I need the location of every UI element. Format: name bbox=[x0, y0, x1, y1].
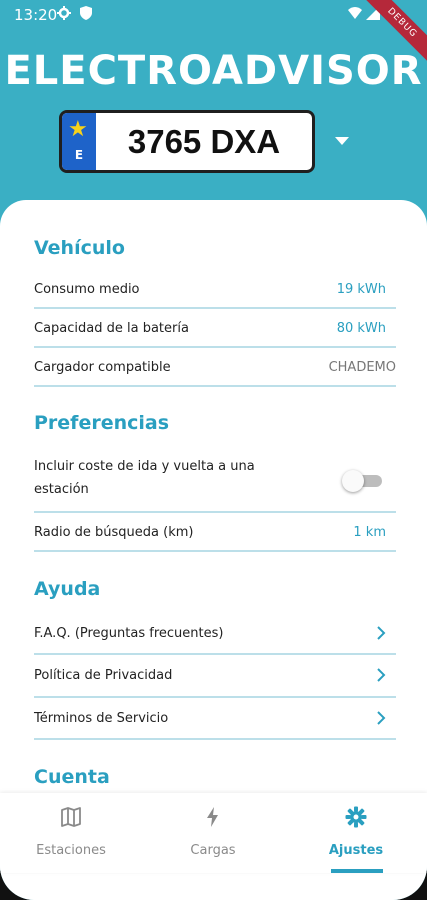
row-politica-privacidad[interactable]: Política de Privacidad bbox=[34, 655, 396, 698]
nav-item-ajustes[interactable]: Ajustes bbox=[285, 793, 427, 873]
toggle-switch[interactable] bbox=[342, 470, 382, 492]
star-icon: ★ bbox=[68, 117, 88, 142]
nav-label: Ajustes bbox=[328, 843, 384, 858]
eu-band: ★ E bbox=[62, 113, 96, 170]
chevron-right-icon bbox=[377, 626, 386, 640]
row-label: Cargador compatible bbox=[34, 360, 171, 375]
row-cargador-compatible[interactable]: Cargador compatible CHADEMO bbox=[34, 348, 396, 387]
section-title-vehiculo: Vehículo bbox=[34, 237, 125, 259]
toggle-thumb bbox=[342, 470, 364, 492]
row-consumo-medio[interactable]: Consumo medio 19 kWh bbox=[34, 270, 396, 309]
row-label: Radio de búsqueda (km) bbox=[34, 525, 194, 540]
row-value: 80 kWh bbox=[336, 321, 386, 336]
app-screen: 13:20 DEBUG ELECTROADVISOR ★ E 3765 DXA … bbox=[0, 0, 427, 900]
bolt-icon bbox=[207, 807, 218, 827]
plate-country-code: E bbox=[74, 148, 84, 162]
row-value: 19 kWh bbox=[336, 282, 386, 297]
row-value: CHADEMO bbox=[328, 360, 396, 375]
bottom-navigation: Estaciones Cargas Ajustes bbox=[0, 793, 427, 873]
shield-status-icon bbox=[80, 6, 92, 20]
row-capacidad-bateria[interactable]: Capacidad de la batería 80 kWh bbox=[34, 309, 396, 348]
row-label: Capacidad de la batería bbox=[34, 321, 189, 336]
status-bar: 13:20 DEBUG bbox=[0, 0, 427, 69]
status-time: 13:20 bbox=[14, 6, 58, 24]
license-plate-selector[interactable]: ★ E 3765 DXA bbox=[59, 110, 315, 173]
row-radio-busqueda[interactable]: Radio de búsqueda (km) 1 km bbox=[34, 513, 396, 552]
section-title-ayuda: Ayuda bbox=[34, 578, 101, 600]
row-label: F.A.Q. (Preguntas frecuentes) bbox=[34, 626, 224, 641]
row-label-line2: estación bbox=[34, 482, 89, 497]
nav-label: Cargas bbox=[190, 843, 236, 858]
nav-item-cargas[interactable]: Cargas bbox=[142, 793, 284, 873]
section-title-cuenta: Cuenta bbox=[34, 766, 110, 788]
chevron-right-icon bbox=[377, 711, 386, 725]
chevron-right-icon bbox=[377, 668, 386, 682]
row-label: Términos de Servicio bbox=[34, 711, 169, 726]
app-logo-title: ELECTROADVISOR bbox=[4, 48, 423, 94]
map-icon bbox=[61, 807, 81, 827]
row-value: 1 km bbox=[353, 525, 386, 540]
gear-icon bbox=[345, 806, 367, 828]
active-tab-indicator bbox=[331, 869, 383, 873]
row-label: Consumo medio bbox=[34, 282, 140, 297]
settings-status-icon bbox=[57, 6, 71, 20]
dropdown-arrow-icon[interactable] bbox=[333, 134, 351, 148]
section-title-preferencias: Preferencias bbox=[34, 412, 170, 434]
nav-item-estaciones[interactable]: Estaciones bbox=[0, 793, 142, 873]
row-faq[interactable]: F.A.Q. (Preguntas frecuentes) bbox=[34, 613, 396, 655]
nav-label: Estaciones bbox=[36, 843, 106, 858]
row-incluir-coste[interactable]: Incluir coste de ida y vuelta a una esta… bbox=[34, 450, 396, 513]
row-label: Política de Privacidad bbox=[34, 668, 173, 683]
row-terminos-servicio[interactable]: Términos de Servicio bbox=[34, 698, 396, 740]
plate-number: 3765 DXA bbox=[127, 123, 281, 160]
row-label-line1: Incluir coste de ida y vuelta a una bbox=[34, 459, 255, 474]
wifi-icon bbox=[348, 7, 362, 19]
